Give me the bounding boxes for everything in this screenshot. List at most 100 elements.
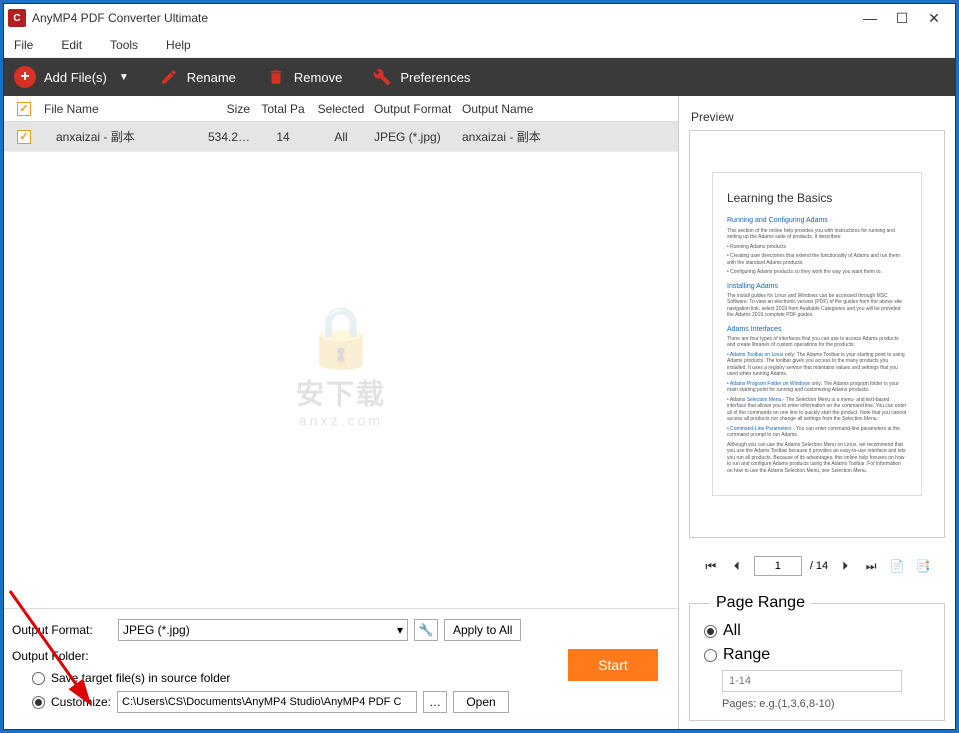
page-input[interactable] — [754, 556, 802, 576]
apply-to-all-button[interactable]: Apply to All — [444, 619, 521, 641]
save-source-label: Save target file(s) in source folder — [51, 671, 230, 685]
first-page-button[interactable]: ⏮ — [702, 557, 720, 575]
doc-h-running: Running and Configuring Adams — [727, 216, 907, 225]
toolbar: + Add File(s) ▼ Rename Remove Preference… — [4, 58, 955, 96]
wrench-icon — [372, 67, 392, 87]
range-all-radio[interactable] — [704, 625, 717, 638]
cell-selected: All — [312, 130, 370, 144]
minimize-button[interactable]: — — [863, 11, 877, 25]
pencil-icon — [159, 67, 179, 87]
preferences-label: Preferences — [400, 70, 470, 85]
header-outputformat[interactable]: Output Format — [370, 102, 458, 116]
header-filename[interactable]: File Name — [38, 102, 198, 116]
doc-p2: The install guides for Linux and Windows… — [727, 293, 907, 319]
header-selected[interactable]: Selected — [312, 102, 370, 116]
browse-button[interactable]: … — [423, 691, 447, 713]
app-window: C AnyMP4 PDF Converter Ultimate — ☐ ✕ Fi… — [3, 3, 956, 730]
watermark-text: 安下载 — [296, 373, 386, 413]
left-panel: File Name Size Total Pa Selected Output … — [4, 96, 679, 729]
preferences-button[interactable]: Preferences — [372, 67, 470, 87]
main-area: File Name Size Total Pa Selected Output … — [4, 96, 955, 729]
remove-label: Remove — [294, 70, 342, 85]
doc-li2: • Adams Program Folder on Windows only: … — [727, 381, 907, 394]
format-settings-button[interactable]: 🔧 — [414, 619, 438, 641]
select-all-checkbox[interactable] — [17, 102, 31, 116]
doc-title: Learning the Basics — [727, 191, 907, 207]
doc-li1: • Adams Toolbar on Linux only: The Adams… — [727, 352, 907, 378]
preview-panel: Preview Learning the Basics Running and … — [679, 96, 955, 729]
output-folder-label: Output Folder: — [12, 649, 112, 663]
titlebar: C AnyMP4 PDF Converter Ultimate — ☐ ✕ — [4, 4, 955, 32]
export-page-icon[interactable]: 📑 — [914, 557, 932, 575]
row-checkbox[interactable] — [17, 130, 31, 144]
rename-button[interactable]: Rename — [159, 67, 236, 87]
table-header: File Name Size Total Pa Selected Output … — [4, 96, 678, 122]
open-folder-button[interactable]: Open — [453, 691, 509, 713]
doc-p3: There are four types of interfaces that … — [727, 336, 907, 349]
customize-label: Customize: — [51, 695, 111, 709]
doc-li4: • Command-Line Parameters - You can ente… — [727, 426, 907, 439]
doc-p1: This section of the online help provides… — [727, 228, 907, 241]
app-icon: C — [8, 9, 26, 27]
doc-h-install: Installing Adams — [727, 282, 907, 291]
range-hint: Pages: e.g.(1,3,6,8-10) — [722, 698, 934, 710]
page-range-legend: Page Range — [710, 594, 811, 612]
range-custom-radio[interactable] — [704, 649, 717, 662]
range-all-label: All — [723, 622, 741, 640]
output-format-label: Output Format: — [12, 623, 112, 637]
chevron-down-icon[interactable]: ▼ — [119, 72, 129, 83]
add-files-button[interactable]: + Add File(s) ▼ — [14, 66, 129, 88]
cell-size: 534.2… — [198, 130, 254, 144]
preview-label: Preview — [689, 104, 945, 130]
menu-file[interactable]: File — [14, 38, 33, 52]
last-page-button[interactable]: ⏭ — [862, 557, 880, 575]
doc-p4: Although you can use the Adams Selection… — [727, 442, 907, 475]
chevron-down-icon: ▾ — [397, 623, 403, 637]
plus-icon: + — [14, 66, 36, 88]
file-list: anxaizai - 副本 534.2… 14 All JPEG (*.jpg)… — [4, 122, 678, 608]
cell-outputformat: JPEG (*.jpg) — [370, 130, 458, 144]
format-value: JPEG (*.jpg) — [123, 623, 190, 637]
next-page-button[interactable]: ⏵ — [836, 557, 854, 575]
header-size[interactable]: Size — [198, 102, 254, 116]
preview-box: Learning the Basics Running and Configur… — [689, 130, 945, 538]
fit-page-icon[interactable]: 📄 — [888, 557, 906, 575]
cell-filename: anxaizai - 副本 — [38, 128, 198, 145]
menu-help[interactable]: Help — [166, 38, 191, 52]
app-title: AnyMP4 PDF Converter Ultimate — [32, 11, 863, 25]
remove-button[interactable]: Remove — [266, 67, 342, 87]
bottom-panel: Output Format: JPEG (*.jpg) ▾ 🔧 Apply to… — [4, 608, 678, 729]
window-controls: — ☐ ✕ — [863, 11, 951, 25]
header-outputname[interactable]: Output Name — [458, 102, 678, 116]
doc-li3: • Adams Selection Menu - The Selection M… — [727, 397, 907, 423]
cell-outputname: anxaizai - 副本 — [458, 128, 678, 145]
document-preview: Learning the Basics Running and Configur… — [712, 172, 922, 496]
watermark: 🔒 安下载 anxz.com — [296, 302, 386, 429]
save-source-radio[interactable] — [32, 672, 45, 685]
output-path-input[interactable]: C:\Users\CS\Documents\AnyMP4 Studio\AnyM… — [117, 691, 417, 713]
close-button[interactable]: ✕ — [927, 11, 941, 25]
menu-edit[interactable]: Edit — [61, 38, 82, 52]
doc-h-interfaces: Adams Interfaces — [727, 325, 907, 334]
output-format-select[interactable]: JPEG (*.jpg) ▾ — [118, 619, 408, 641]
watermark-url: anxz.com — [296, 413, 386, 429]
header-totalpages[interactable]: Total Pa — [254, 102, 312, 116]
cell-totalpages: 14 — [254, 130, 312, 144]
doc-b3: • Configuring Adams products so they wor… — [727, 269, 907, 276]
rename-label: Rename — [187, 70, 236, 85]
page-range-fieldset: Page Range All Range Pages: e.g.(1,3,6,8… — [689, 594, 945, 721]
prev-page-button[interactable]: ⏴ — [728, 557, 746, 575]
doc-b1: • Running Adams products — [727, 244, 907, 251]
bag-icon: 🔒 — [296, 302, 386, 373]
maximize-button[interactable]: ☐ — [895, 11, 909, 25]
trash-icon — [266, 67, 286, 87]
pager: ⏮ ⏴ / 14 ⏵ ⏭ 📄 📑 — [689, 546, 945, 586]
menubar: File Edit Tools Help — [4, 32, 955, 58]
menu-tools[interactable]: Tools — [110, 38, 138, 52]
table-row[interactable]: anxaizai - 副本 534.2… 14 All JPEG (*.jpg)… — [4, 122, 678, 152]
start-button[interactable]: Start — [568, 649, 658, 681]
range-custom-label: Range — [723, 646, 770, 664]
customize-radio[interactable] — [32, 696, 45, 709]
range-input[interactable] — [722, 670, 902, 692]
page-total: / 14 — [810, 560, 828, 572]
